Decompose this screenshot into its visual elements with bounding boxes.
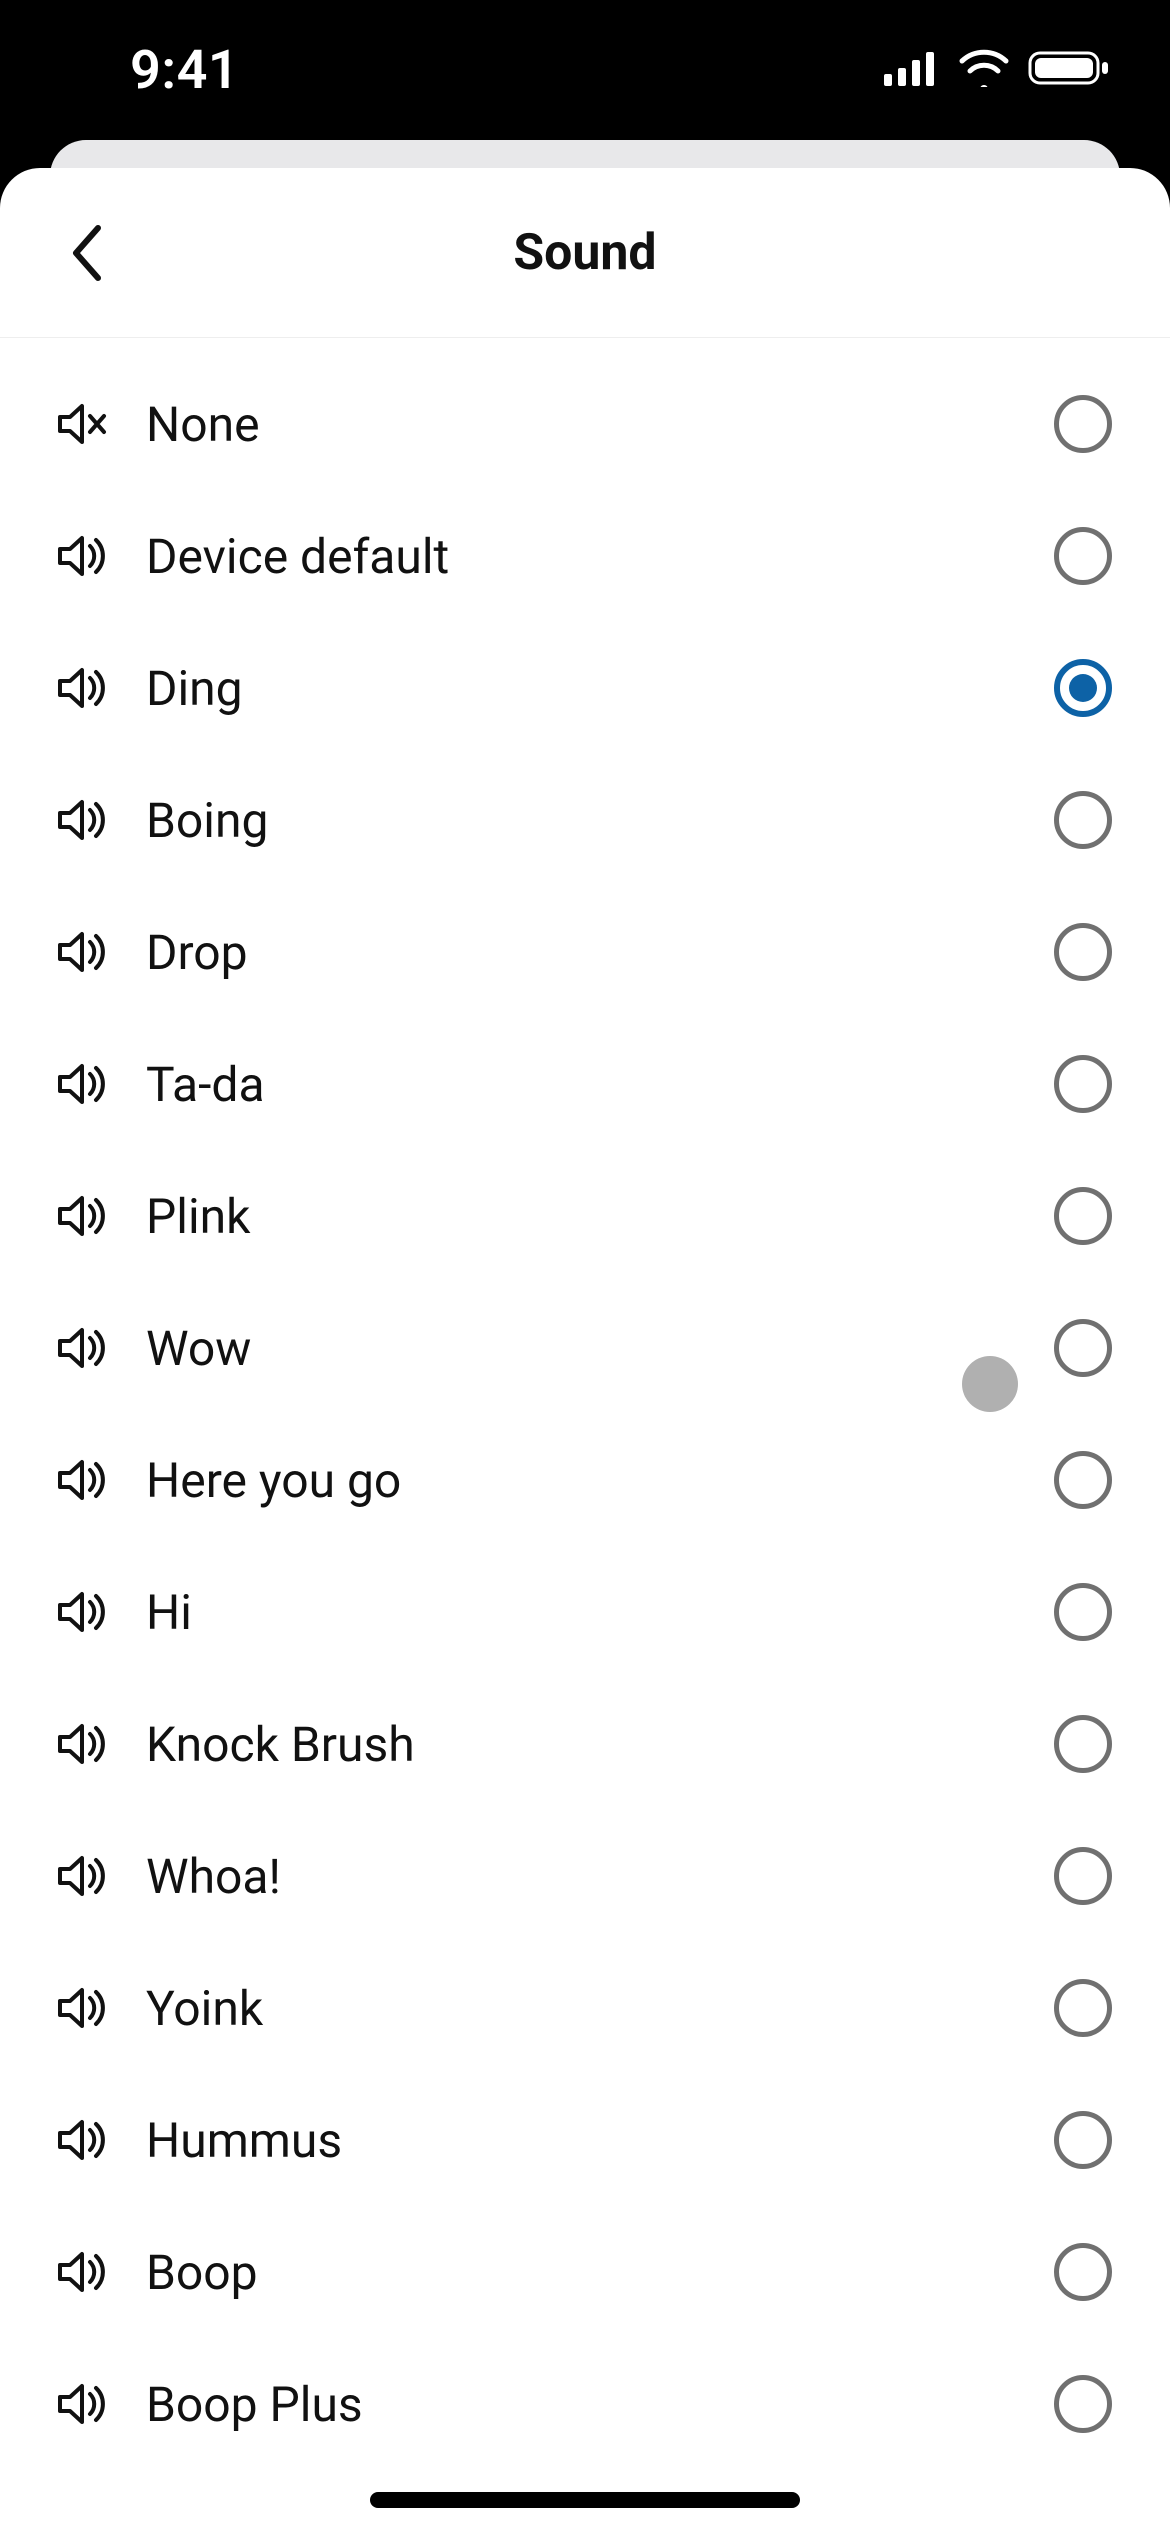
sound-option-row[interactable]: Boop Plus — [0, 2338, 1170, 2470]
radio-button[interactable] — [1054, 1715, 1112, 1773]
radio-button[interactable] — [1054, 791, 1112, 849]
header: Sound — [0, 168, 1170, 338]
sound-option-label: Knock Brush — [112, 1716, 1054, 1773]
wifi-icon — [958, 49, 1010, 91]
sound-option-label: Boop — [112, 2244, 1054, 2301]
scroll-indicator-dot — [962, 1356, 1018, 1412]
radio-button[interactable] — [1054, 1583, 1112, 1641]
back-button[interactable] — [30, 198, 140, 308]
radio-button[interactable] — [1054, 1451, 1112, 1509]
sound-option-label: None — [112, 396, 1054, 453]
sound-option-label: Boop Plus — [112, 2376, 1054, 2433]
cellular-icon — [884, 50, 940, 90]
sound-option-label: Wow — [112, 1320, 1054, 1377]
sound-option-label: Drop — [112, 924, 1054, 981]
sound-option-row[interactable]: Ding — [0, 622, 1170, 754]
sound-option-label: Ta-da — [112, 1056, 1054, 1113]
sound-option-row[interactable]: Hi — [0, 1546, 1170, 1678]
radio-button[interactable] — [1054, 1847, 1112, 1905]
screen: 9:41 — [0, 0, 1170, 2532]
sound-option-label: Hummus — [112, 2112, 1054, 2169]
radio-button[interactable] — [1054, 1979, 1112, 2037]
radio-button[interactable] — [1054, 527, 1112, 585]
speaker-icon — [52, 1192, 112, 1240]
speaker-mute-icon — [52, 400, 112, 448]
sound-option-label: Here you go — [112, 1452, 1054, 1509]
speaker-icon — [52, 664, 112, 712]
radio-button[interactable] — [1054, 2375, 1112, 2433]
speaker-icon — [52, 1324, 112, 1372]
speaker-icon — [52, 1852, 112, 1900]
sound-option-label: Whoa! — [112, 1848, 1054, 1905]
speaker-icon — [52, 1720, 112, 1768]
speaker-icon — [52, 1456, 112, 1504]
radio-button[interactable] — [1054, 659, 1112, 717]
sound-option-row[interactable]: Whoa! — [0, 1810, 1170, 1942]
sound-option-row[interactable]: Device default — [0, 490, 1170, 622]
speaker-icon — [52, 928, 112, 976]
radio-button[interactable] — [1054, 395, 1112, 453]
sound-option-row[interactable]: Boing — [0, 754, 1170, 886]
page-title: Sound — [0, 224, 1170, 282]
sound-option-row[interactable]: None — [0, 358, 1170, 490]
speaker-icon — [52, 1060, 112, 1108]
sound-option-row[interactable]: Here you go — [0, 1414, 1170, 1546]
chevron-left-icon — [66, 222, 104, 284]
speaker-icon — [52, 1984, 112, 2032]
sound-option-row[interactable]: Hummus — [0, 2074, 1170, 2206]
status-icons — [884, 49, 1110, 91]
sound-option-label: Boing — [112, 792, 1054, 849]
sound-option-label: Yoink — [112, 1980, 1054, 2037]
sound-sheet: Sound None Device default Ding Boing Drop Ta-… — [0, 168, 1170, 2532]
radio-button[interactable] — [1054, 1319, 1112, 1377]
sound-option-row[interactable]: Knock Brush — [0, 1678, 1170, 1810]
sound-option-row[interactable]: Ta-da — [0, 1018, 1170, 1150]
speaker-icon — [52, 532, 112, 580]
sound-option-row[interactable]: Yoink — [0, 1942, 1170, 2074]
sound-option-row[interactable]: Boop — [0, 2206, 1170, 2338]
speaker-icon — [52, 2116, 112, 2164]
speaker-icon — [52, 2248, 112, 2296]
status-time: 9:41 — [130, 39, 239, 102]
status-bar: 9:41 — [0, 0, 1170, 140]
radio-button[interactable] — [1054, 1055, 1112, 1113]
sound-option-label: Plink — [112, 1188, 1054, 1245]
speaker-icon — [52, 2380, 112, 2428]
radio-button[interactable] — [1054, 1187, 1112, 1245]
radio-button[interactable] — [1054, 2111, 1112, 2169]
speaker-icon — [52, 1588, 112, 1636]
sound-option-row[interactable]: Drop — [0, 886, 1170, 1018]
radio-button[interactable] — [1054, 2243, 1112, 2301]
sound-option-label: Hi — [112, 1584, 1054, 1641]
battery-icon — [1028, 49, 1110, 91]
home-indicator[interactable] — [370, 2492, 800, 2508]
sound-list[interactable]: None Device default Ding Boing Drop Ta-da Plin… — [0, 338, 1170, 2532]
radio-button[interactable] — [1054, 923, 1112, 981]
sound-option-label: Ding — [112, 660, 1054, 717]
sound-option-row[interactable]: Plink — [0, 1150, 1170, 1282]
sound-option-label: Device default — [112, 528, 1054, 585]
speaker-icon — [52, 796, 112, 844]
